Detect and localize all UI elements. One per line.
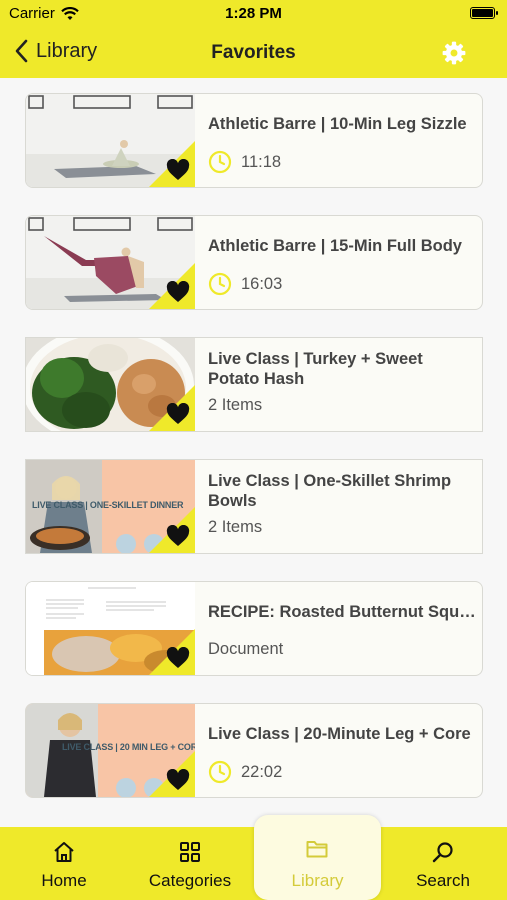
video-thumbnail: LIVE CLASS | 20 MIN LEG + CORE — [26, 704, 195, 797]
list-item[interactable]: Athletic Barre | 15-Min Full Body 16:03 — [25, 215, 483, 310]
list-item[interactable]: LIVE CLASS | 20 MIN LEG + CORE Live Clas… — [25, 703, 483, 798]
item-meta: 2 Items — [208, 396, 262, 415]
search-icon — [432, 842, 453, 863]
tab-label: Categories — [148, 871, 232, 890]
battery-icon — [470, 7, 498, 19]
item-title: Athletic Barre | 15-Min Full Body — [208, 237, 462, 255]
item-title: Live Class | 20-Minute Leg + Core — [208, 725, 471, 743]
item-meta: 22:02 — [208, 760, 282, 784]
item-meta: 2 Items — [208, 518, 262, 537]
tab-bar: Home Categories Library Search — [0, 815, 507, 900]
recipe-thumbnail — [26, 338, 195, 431]
tab-label: Library — [291, 871, 344, 890]
tab-search[interactable]: Search — [393, 827, 493, 900]
class-thumbnail: LIVE CLASS | ONE-SKILLET DINNER — [26, 460, 195, 553]
chevron-left-icon — [15, 39, 28, 63]
heart-icon[interactable] — [166, 769, 190, 791]
list-item[interactable]: Live Class | Turkey + Sweet Potato Hash … — [25, 337, 483, 432]
heart-icon[interactable] — [166, 647, 190, 669]
item-type: Document — [208, 640, 284, 658]
status-bar: Carrier 1:28 PM — [0, 0, 507, 30]
nav-bar: Library Favorites — [0, 30, 507, 78]
item-meta: Document — [208, 640, 283, 659]
item-meta: 11:18 — [208, 150, 281, 174]
clock-icon — [208, 150, 232, 174]
item-duration: 11:18 — [241, 152, 282, 171]
heart-icon[interactable] — [166, 159, 190, 181]
item-title: RECIPE: Roasted Butternut Squash — [208, 603, 476, 621]
back-button[interactable]: Library — [14, 39, 97, 63]
tab-library[interactable]: Library — [254, 815, 381, 900]
item-count: 2 Items — [208, 518, 263, 536]
folder-icon — [306, 841, 328, 858]
list-item[interactable]: LIVE CLASS | ONE-SKILLET DINNER Live Cla… — [25, 459, 483, 554]
clock-icon — [208, 760, 232, 784]
heart-icon[interactable] — [166, 525, 190, 547]
back-label: Library — [36, 39, 98, 62]
gear-icon[interactable] — [441, 40, 467, 66]
item-duration: 22:02 — [241, 762, 283, 781]
list-item[interactable]: RECIPE: Roasted Butternut Squash Documen… — [25, 581, 483, 676]
status-time: 1:28 PM — [225, 5, 282, 22]
item-duration: 16:03 — [241, 274, 283, 293]
video-thumbnail — [26, 216, 195, 309]
item-count: 2 Items — [208, 396, 263, 414]
heart-icon[interactable] — [166, 403, 190, 425]
item-title: Live Class | One-Skillet Shrimp Bowls — [208, 472, 452, 510]
video-thumbnail — [26, 94, 195, 187]
clock-icon — [208, 272, 232, 296]
document-thumbnail — [26, 582, 195, 675]
tab-label: Search — [416, 871, 470, 890]
item-title: Live Class | Turkey + Sweet Potato Hash — [208, 350, 423, 388]
home-icon — [54, 842, 74, 862]
tab-label: Home — [41, 871, 87, 890]
item-title: Athletic Barre | 10-Min Leg Sizzle — [208, 115, 467, 133]
list-item[interactable]: Athletic Barre | 10-Min Leg Sizzle 11:18 — [25, 93, 483, 188]
item-meta: 16:03 — [208, 272, 282, 296]
grid-icon — [180, 842, 200, 862]
heart-icon[interactable] — [166, 281, 190, 303]
tab-categories[interactable]: Categories — [140, 827, 240, 900]
tab-home[interactable]: Home — [14, 827, 114, 900]
